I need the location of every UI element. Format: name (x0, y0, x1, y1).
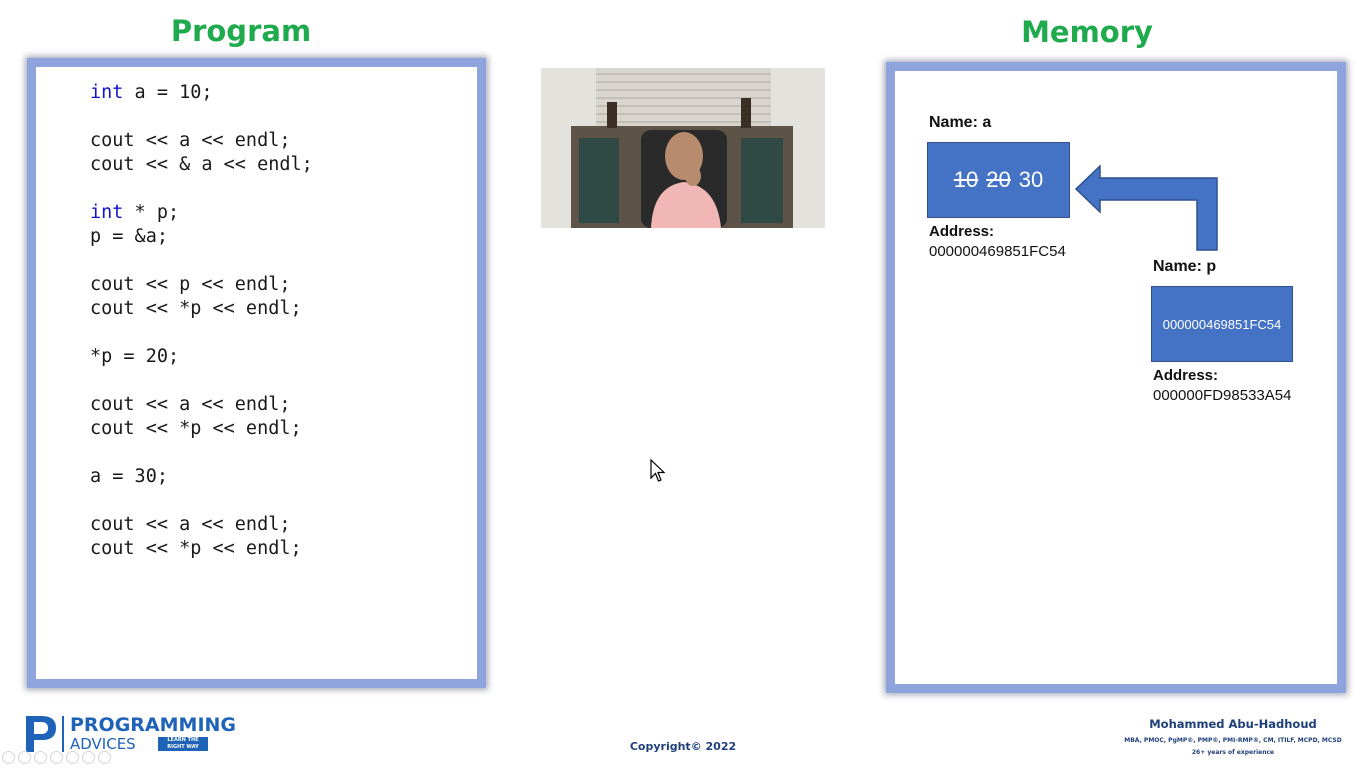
code-line: cout << a << endl; (90, 393, 313, 417)
code-line: p = &a; (90, 225, 313, 249)
annotation-toolbar[interactable] (2, 751, 111, 765)
pointer-arrow (1074, 164, 1218, 251)
code-line: cout << & a << endl; (90, 153, 313, 177)
var-a-name: Name: a (929, 114, 992, 131)
code-line: cout << *p << endl; (90, 297, 313, 321)
code-keyword: int (90, 202, 124, 223)
toolbar-button[interactable] (2, 751, 15, 764)
program-panel: int a = 10; cout << a << endl; cout << & a… (27, 58, 486, 688)
toolbar-button[interactable] (50, 751, 63, 764)
code-text: cout << *p << endl; (90, 298, 302, 319)
presenter-image (541, 68, 825, 228)
var-a-old-value: 20 (986, 167, 1011, 192)
code-line: cout << a << endl; (90, 129, 313, 153)
code-line: a = 30; (90, 465, 313, 489)
copyright-text: Copyright© 2022 (629, 740, 737, 753)
code-line: cout << p << endl; (90, 273, 313, 297)
var-a-value-box: 10 20 30 (927, 142, 1070, 218)
code-text: cout << & a << endl; (90, 154, 313, 175)
var-p-value-box: 000000469851FC54 (1151, 286, 1293, 362)
code-text: p = &a; (90, 226, 168, 247)
logo-main-text: PROGRAMMING (70, 714, 237, 736)
code-block: int a = 10; cout << a << endl; cout << & a… (90, 81, 313, 561)
toolbar-button[interactable] (98, 751, 111, 764)
code-line: *p = 20; (90, 345, 313, 369)
code-text: a = 10; (123, 82, 213, 103)
presenter-video (541, 68, 825, 228)
var-a-old-value: 10 (953, 167, 979, 192)
code-text: cout << *p << endl; (90, 538, 302, 559)
logo-tagline-line2: RIGHT WAY (167, 744, 199, 750)
code-text: cout << a << endl; (90, 514, 291, 535)
code-line: cout << *p << endl; (90, 417, 313, 441)
author-name: Mohammed Abu-Hadhoud (1149, 717, 1317, 731)
var-a-address-label: Address: (929, 223, 995, 240)
toolbar-button[interactable] (18, 751, 31, 764)
code-text: * p; (123, 202, 180, 223)
var-p-address-label: Address: (1153, 367, 1219, 384)
author-credentials: MBA, PMOC, PgMP®, PMP®, PMI-RMP®, CM, IT… (1124, 737, 1342, 744)
toolbar-button[interactable] (82, 751, 95, 764)
var-a-current-value: 30 (1018, 167, 1044, 192)
memory-heading: Memory (1021, 15, 1153, 49)
mouse-cursor-icon (650, 459, 666, 482)
code-line: int a = 10; (90, 81, 313, 105)
var-p-name: Name: p (1153, 258, 1217, 275)
code-keyword: int (90, 82, 124, 103)
programming-advices-logo: PROGRAMMING ADVICES LEARN THE RIGHT WAY (22, 712, 236, 756)
var-a-address: 000000469851FC54 (929, 243, 1066, 260)
var-p-value: 000000469851FC54 (1162, 316, 1282, 332)
code-text: *p = 20; (90, 346, 180, 367)
code-text: a = 30; (90, 466, 168, 487)
author-experience: 26+ years of experience (1191, 749, 1275, 756)
code-text: cout << a << endl; (90, 130, 291, 151)
code-line: int * p; (90, 201, 313, 225)
toolbar-button[interactable] (66, 751, 79, 764)
code-line: cout << *p << endl; (90, 537, 313, 561)
code-line: cout << a << endl; (90, 513, 313, 537)
logo-tagline-line1: LEARN THE (167, 737, 199, 743)
logo-tagline: LEARN THE RIGHT WAY (158, 737, 208, 751)
program-heading: Program (170, 14, 312, 48)
toolbar-button[interactable] (34, 751, 47, 764)
var-p-address: 000000FD98533A54 (1153, 387, 1292, 404)
code-text: cout << a << endl; (90, 394, 291, 415)
code-text: cout << *p << endl; (90, 418, 302, 439)
code-text: cout << p << endl; (90, 274, 291, 295)
